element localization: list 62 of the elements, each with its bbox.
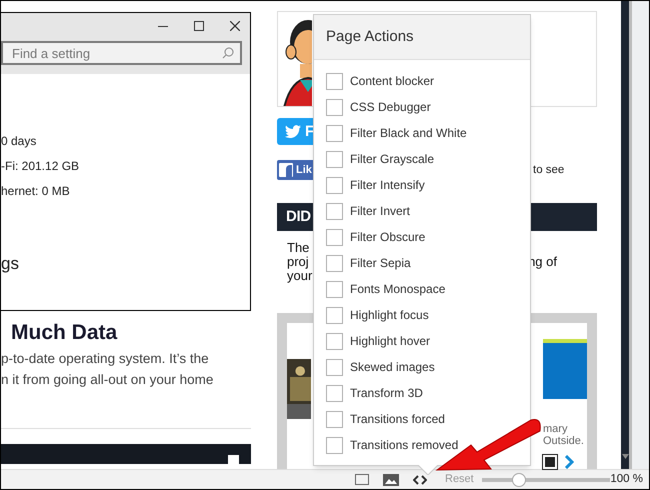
checkbox[interactable] <box>326 384 343 402</box>
option-label[interactable]: Transform 3D <box>350 384 423 402</box>
checkbox[interactable] <box>326 254 343 272</box>
search-icon <box>222 47 234 59</box>
usage-text: -Fi: 201.12 GB <box>1 159 80 175</box>
option-label[interactable]: Transitions forced <box>350 410 445 428</box>
checkbox[interactable] <box>326 202 343 220</box>
checkbox[interactable] <box>326 306 343 324</box>
usage-text: hernet: 0 MB <box>1 184 71 200</box>
checkbox[interactable] <box>326 176 343 194</box>
checkbox[interactable] <box>326 150 343 168</box>
square-icon <box>228 455 239 464</box>
blurb-text: your <box>287 269 312 283</box>
scroll-down-icon[interactable] <box>622 454 628 459</box>
article-heading: Much Data <box>10 321 118 345</box>
close-icon[interactable] <box>230 21 240 31</box>
slider-thumb[interactable] <box>512 472 526 486</box>
option-label[interactable]: Fonts Monospace <box>350 280 446 298</box>
option-label[interactable]: Filter Intensify <box>350 176 425 194</box>
checkbox[interactable] <box>326 124 343 142</box>
option-label[interactable]: Transitions removed <box>350 436 458 454</box>
option-label[interactable]: Filter Sepia <box>350 254 411 272</box>
image-icon[interactable] <box>383 474 399 486</box>
checkbox[interactable] <box>326 72 343 90</box>
ad-text: mary <box>543 423 568 435</box>
option-label[interactable]: Filter Grayscale <box>350 150 434 168</box>
checkbox[interactable] <box>326 98 343 116</box>
code-arrows-icon[interactable] <box>413 474 427 486</box>
option-label[interactable]: Skewed images <box>350 358 435 376</box>
bird-icon <box>285 125 301 138</box>
option-label[interactable]: CSS Debugger <box>350 98 431 116</box>
facebook-icon <box>279 163 293 178</box>
scrollbar[interactable] <box>621 1 629 469</box>
article-text: p-to-date operating system. It’s the <box>1 350 210 368</box>
intel-logo <box>543 339 587 399</box>
popup-title: Page Actions <box>326 26 414 47</box>
zoom-slider[interactable] <box>482 472 610 486</box>
option-label[interactable]: Filter Obscure <box>350 228 426 246</box>
checkbox[interactable] <box>326 332 343 350</box>
zoom-reading: 100 % <box>610 472 643 487</box>
option-label[interactable]: Highlight focus <box>350 306 429 324</box>
checkbox[interactable] <box>326 410 343 428</box>
maximize-icon[interactable] <box>194 21 204 31</box>
option-label[interactable]: Filter Black and White <box>350 124 467 142</box>
usage-text: 0 days <box>1 134 38 150</box>
chevron-right-icon[interactable] <box>565 455 574 469</box>
section-heading: gs <box>1 253 20 275</box>
facebook-note: to see <box>533 162 564 178</box>
banner-title: DID <box>286 206 311 227</box>
article-text: n it from going all-out on your home <box>1 371 214 389</box>
option-label[interactable]: Filter Invert <box>350 202 410 220</box>
checkbox[interactable] <box>326 280 343 298</box>
checkbox[interactable] <box>326 228 343 246</box>
blurb-text: proj <box>287 255 310 269</box>
reading-view-icon[interactable] <box>355 474 369 485</box>
checkbox[interactable] <box>326 358 343 376</box>
blurb-text: The <box>287 241 310 255</box>
option-label[interactable]: Highlight hover <box>350 332 430 350</box>
checkbox[interactable] <box>326 436 343 454</box>
search-field[interactable]: Find a setting <box>1 41 242 65</box>
ad-text: Outside. <box>543 435 585 447</box>
option-label[interactable]: Content blocker <box>350 72 434 90</box>
